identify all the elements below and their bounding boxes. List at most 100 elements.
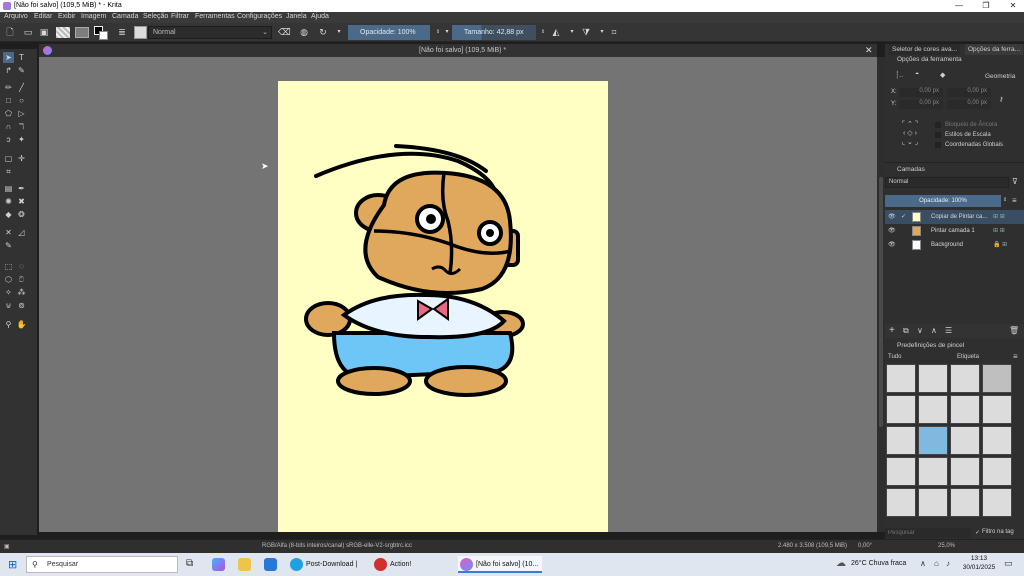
brush-preset[interactable] [982, 364, 1012, 393]
brush-preset[interactable] [918, 395, 948, 424]
tab-color-selector[interactable]: Seletor de cores ava... [889, 44, 961, 55]
weather-text[interactable]: 26°C Chuva fraca [851, 560, 906, 567]
freehand-select-tool-icon[interactable]: ට [16, 274, 27, 285]
pattern-swatch[interactable] [75, 27, 89, 38]
gradient-swatch[interactable] [56, 27, 70, 38]
layer-row[interactable]: 👁 ✓ Copiar de Pintar ca... ⊞ ⊞ [885, 210, 1024, 224]
enclose-fill-tool-icon[interactable]: ❂ [16, 209, 27, 220]
global-coords-checkbox[interactable] [935, 142, 941, 148]
taskbar-app-action[interactable]: Action! [372, 556, 452, 573]
brush-filter-select[interactable]: Tudo [885, 352, 951, 363]
layer-properties-icon[interactable]: ☰ [945, 326, 952, 335]
menu-configuracoes[interactable]: Configurações [237, 13, 282, 20]
add-layer-icon[interactable]: + [889, 325, 895, 336]
brush-preset[interactable] [918, 457, 948, 486]
close-button[interactable]: ✕ [1002, 0, 1024, 12]
x-field[interactable]: 0,00 px [899, 88, 943, 97]
brush-preset[interactable] [982, 488, 1012, 517]
brush-preset[interactable] [950, 364, 980, 393]
menu-ajuda[interactable]: Ajuda [311, 13, 329, 20]
contiguous-select-tool-icon[interactable]: ✧ [3, 287, 14, 298]
delete-layer-icon[interactable]: 🗑 [1009, 326, 1019, 335]
task-view-icon[interactable]: ⧉ [186, 558, 193, 569]
menu-icon[interactable]: ≡ [1013, 352, 1018, 361]
taskbar-search[interactable]: ⚲ Pesquisar [26, 556, 178, 573]
weather-icon[interactable]: ☁ [836, 558, 846, 569]
close-document-icon[interactable]: ✕ [865, 45, 873, 56]
width-field[interactable]: 0,00 px [947, 88, 991, 97]
rectangle-tool-icon[interactable]: □ [3, 95, 14, 106]
zoom-tool-icon[interactable]: ⚲ [3, 319, 14, 330]
bezier-select-tool-icon[interactable]: ⊍ [3, 300, 14, 311]
document-tab[interactable]: [Não foi salvo] (109,5 MiB) * ✕ [39, 44, 877, 57]
edit-shapes-tool-icon[interactable]: ↱ [3, 65, 14, 76]
menu-camada[interactable]: Camada [112, 13, 138, 20]
rect-select-tool-icon[interactable]: ⬚ [3, 261, 14, 272]
brush-preset[interactable] [950, 426, 980, 455]
vertical-scrollbar[interactable] [877, 57, 885, 532]
brush-preset[interactable] [982, 426, 1012, 455]
chevron-down-icon[interactable]: ▾ [596, 26, 608, 38]
save-icon[interactable]: ▣ [38, 26, 50, 38]
menu-exibir[interactable]: Exibir [58, 13, 76, 20]
polyline-tool-icon[interactable]: ▷ [16, 108, 27, 119]
brush-preset[interactable] [886, 364, 916, 393]
magnetic-select-tool-icon[interactable]: ⊚ [16, 300, 27, 311]
brush-preset[interactable] [950, 488, 980, 517]
brush-settings-icon[interactable]: ≣ [116, 26, 128, 38]
brush-preset-icon[interactable] [134, 26, 147, 39]
brush-preset[interactable] [950, 395, 980, 424]
height-field[interactable]: 0,00 px [947, 100, 991, 109]
brush-preset[interactable] [886, 457, 916, 486]
menu-icon[interactable]: ≡ [1012, 196, 1017, 205]
check-icon[interactable]: ✓ [901, 210, 906, 224]
network-icon[interactable]: ⌂ [934, 559, 939, 568]
freehand-path-tool-icon[interactable]: ℸ [16, 121, 27, 132]
taskbar-app-edge[interactable]: Post-Download | Kr... [288, 556, 368, 573]
fill-options-icon[interactable]: ◓ [915, 71, 919, 78]
assistant-tool-icon[interactable]: ✕ [3, 227, 14, 238]
duplicate-layer-icon[interactable]: ⧉ [903, 326, 909, 336]
menu-filtrar[interactable]: Filtrar [171, 13, 189, 20]
clock-date[interactable]: 30/01/2025 [962, 564, 996, 571]
zoom-value[interactable]: 25,0% [938, 543, 955, 549]
align-icon[interactable]: ┆.. [895, 71, 903, 79]
polygon-tool-icon[interactable]: ⬠ [3, 108, 14, 119]
colorize-mask-tool-icon[interactable]: ✺ [3, 196, 14, 207]
anchor-lock-checkbox[interactable] [935, 122, 941, 128]
brush-preset[interactable] [886, 395, 916, 424]
open-folder-icon[interactable]: ▭ [22, 26, 34, 38]
brush-search-input[interactable] [885, 528, 971, 538]
tab-tool-options[interactable]: Opções da ferra... [965, 44, 1024, 55]
calligraphy-tool-icon[interactable]: ✎ [16, 65, 27, 76]
reload-preset-icon[interactable]: ↻ [317, 26, 329, 38]
new-document-icon[interactable]: 🗋 [4, 26, 16, 38]
line-tool-icon[interactable]: ╱ [16, 82, 27, 93]
clock-time[interactable]: 13:13 [962, 555, 996, 562]
move-up-icon[interactable]: ∧ [931, 326, 937, 335]
reference-tool-icon[interactable]: ✎ [3, 240, 14, 251]
crop-tool-icon[interactable]: ⌗ [3, 166, 14, 177]
smart-patch-tool-icon[interactable]: ✖ [16, 196, 27, 207]
tag-label[interactable]: Etiqueta [957, 354, 979, 360]
brush-preset[interactable] [886, 426, 916, 455]
wrap-around-icon[interactable]: ⌗ [608, 26, 620, 38]
brush-preset[interactable] [982, 457, 1012, 486]
menu-selecao[interactable]: Seleção [143, 13, 168, 20]
taskbar-app-krita[interactable]: [Não foi salvo] (10... [458, 556, 542, 573]
background-color[interactable] [99, 31, 108, 40]
color-picker-tool-icon[interactable]: ✒ [16, 183, 27, 194]
ellipse-select-tool-icon[interactable]: ◌ [16, 261, 27, 272]
measure-tool-icon[interactable]: ◿ [16, 227, 27, 238]
layer-row[interactable]: 👁 Background 🔒 ⊞ [885, 238, 1024, 252]
transform-tool-icon[interactable]: ▢ [3, 153, 14, 164]
mirror-horizontal-icon[interactable]: ◭ [550, 26, 562, 38]
move-down-icon[interactable]: ∨ [917, 326, 923, 335]
brush-preset[interactable] [886, 488, 916, 517]
stroke-options-icon[interactable]: ◆ [940, 71, 945, 79]
select-shapes-tool-icon[interactable]: ➤ [3, 52, 14, 63]
polygon-select-tool-icon[interactable]: ⬡ [3, 274, 14, 285]
filter-icon[interactable]: ⊽ [1012, 177, 1018, 186]
layer-properties-icon[interactable]: ⊞ ⊞ [993, 210, 1005, 224]
eraser-icon[interactable]: ⌫ [278, 26, 291, 38]
